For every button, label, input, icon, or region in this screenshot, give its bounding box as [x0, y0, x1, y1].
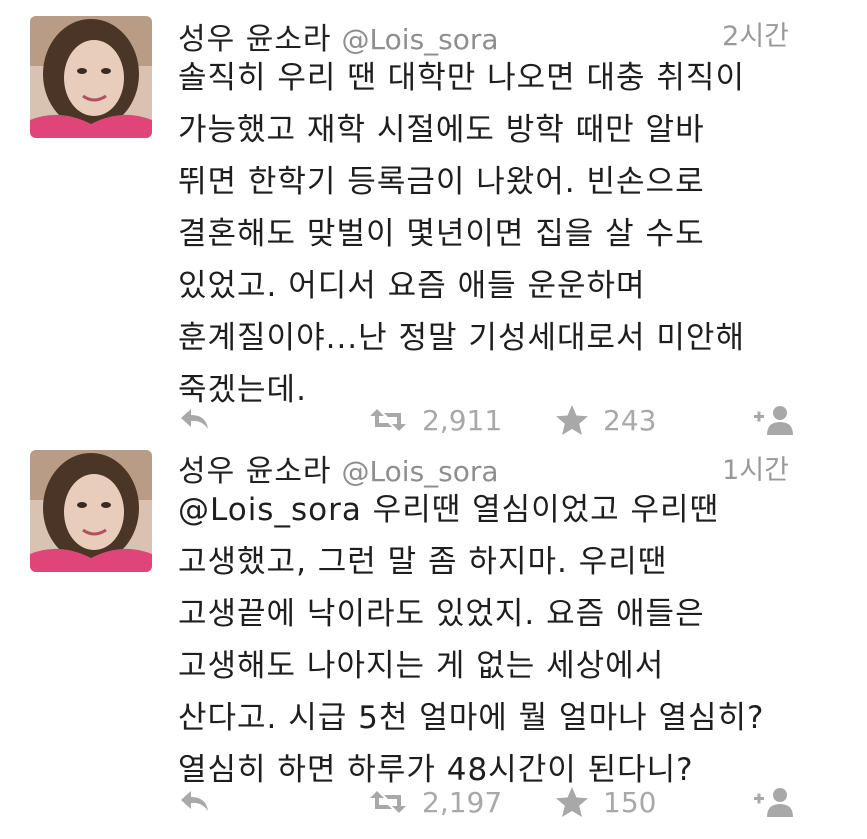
follow-icon	[754, 406, 793, 435]
tweet-actions: 2,197 150	[178, 782, 797, 822]
profile-photo	[30, 16, 152, 138]
tweet-line: 뛰면 한학기 등록금이 나왔어. 빈손으로	[178, 164, 705, 200]
retweet-count: 2,197	[422, 785, 503, 819]
retweet-button[interactable]: 2,911	[368, 400, 502, 440]
tweet-line: 고생했고, 그런 말 좀 하지마. 우리땐	[178, 544, 668, 580]
tweet-line: @Lois_sora 우리땐 열심이었고 우리땐	[178, 492, 720, 528]
tweet-text: 솔직히 우리 땐 대학만 나오면 대충 취직이 가능했고 재학 시절에도 방학 …	[178, 52, 818, 416]
reply-button[interactable]	[178, 782, 212, 822]
retweet-icon	[370, 791, 406, 813]
avatar[interactable]	[30, 450, 152, 572]
tweet-line: 고생해도 나아지는 게 없는 세상에서	[178, 648, 665, 684]
tweet-line: 훈계질이야...난 정말 기성세대로서 미안해	[178, 320, 745, 356]
follow-button[interactable]	[751, 782, 797, 822]
follow-button[interactable]	[751, 400, 797, 440]
star-icon	[556, 787, 588, 817]
favorite-count: 150	[603, 785, 657, 819]
avatar[interactable]	[30, 16, 152, 138]
favorite-button[interactable]: 243	[555, 400, 656, 440]
tweet-line: 결혼해도 맞벌이 몇년이면 집을 살 수도	[178, 216, 705, 252]
reply-icon	[181, 409, 208, 429]
favorite-count: 243	[603, 403, 657, 437]
tweet-actions: 2,911 243	[178, 400, 797, 440]
tweet-text: @Lois_sora 우리땐 열심이었고 우리땐 고생했고, 그런 말 좀 하지…	[178, 484, 818, 796]
star-icon	[556, 405, 588, 435]
retweet-button[interactable]: 2,197	[368, 782, 502, 822]
reply-button[interactable]	[178, 400, 212, 440]
tweet: 성우 윤소라 @Lois_sora 1시간 @Lois_sora 우리땐 열심이었…	[0, 440, 867, 839]
retweet-count: 2,911	[422, 403, 503, 437]
tweet-line: 고생끝에 낙이라도 있었지. 요즘 애들은	[178, 596, 705, 632]
timestamp[interactable]: 2시간	[722, 14, 789, 53]
tweet-line: 있었고. 어디서 요즘 애들 운운하며	[178, 268, 646, 304]
tweet-line: 가능했고 재학 시절에도 방학 때만 알바	[178, 112, 705, 148]
retweet-icon	[370, 409, 406, 431]
profile-photo	[30, 450, 152, 572]
tweet-line: 산다고. 시급 5천 얼마에 뭘 얼마나 열심히?	[178, 700, 765, 736]
favorite-button[interactable]: 150	[555, 782, 656, 822]
tweet-header: 성우 윤소라 @Lois_sora	[178, 446, 789, 489]
tweet-header: 성우 윤소라 @Lois_sora	[178, 14, 789, 57]
follow-icon	[754, 788, 793, 817]
tweet: 성우 윤소라 @Lois_sora 2시간 솔직히 우리 땐 대학만 나오면 대충…	[0, 0, 867, 440]
reply-icon	[181, 791, 208, 811]
tweet-line: 솔직히 우리 땐 대학만 나오면 대충 취직이	[178, 60, 745, 96]
timestamp[interactable]: 1시간	[722, 448, 789, 487]
